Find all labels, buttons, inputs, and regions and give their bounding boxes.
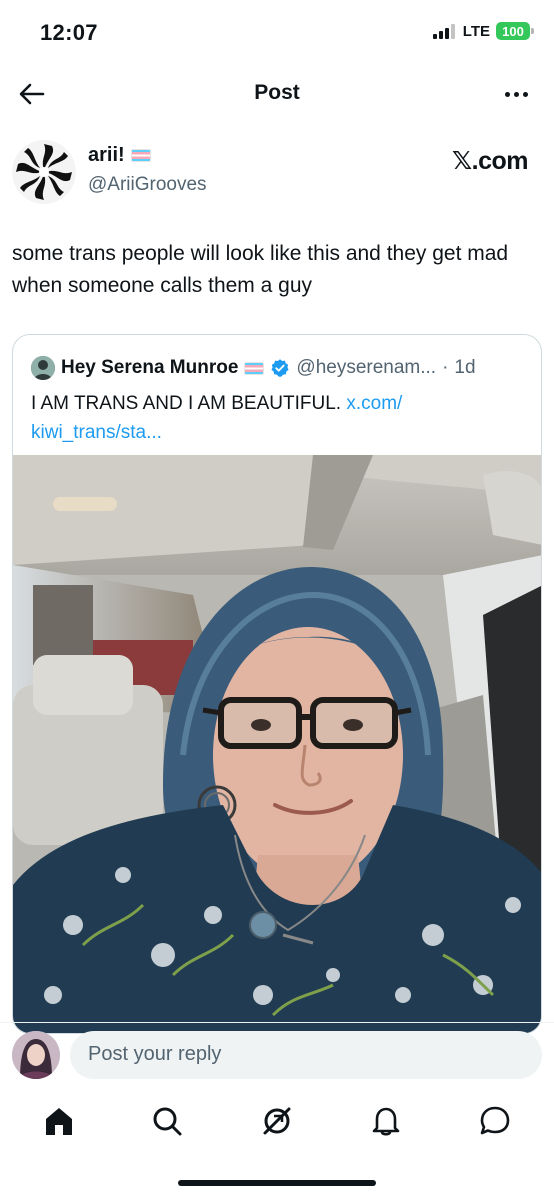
nav-home[interactable] [42,1104,76,1138]
author-handle[interactable]: @AriiGrooves [88,174,207,196]
post-text: some trans people will look like this an… [12,242,509,297]
reply-input[interactable]: Post your reply [70,1031,542,1079]
post-author: arii! @AriiGrooves 𝕏.com [0,138,554,208]
source-label: 𝕏.com [452,147,529,175]
transgender-flag-icon [130,149,151,162]
quoted-author-handle: @heyserenam... [296,357,437,378]
separator-dot: · [442,357,449,378]
nav-grok[interactable] [260,1104,294,1138]
quoted-post-text: I AM TRANS AND I AM BEAUTIFUL. [31,393,342,414]
network-type: LTE [462,22,490,40]
grok-icon [263,1107,291,1135]
nav-notifications[interactable] [369,1104,403,1138]
quoted-post-time: 1d [454,357,476,378]
status-bar: 12:07 LTE 100 [0,0,554,64]
home-icon [46,1108,72,1135]
status-time: 12:07 [40,20,98,45]
bottom-navigation [0,1088,554,1158]
transgender-flag-icon [244,361,265,375]
more-options-button[interactable] [500,78,532,110]
author-name-row[interactable]: arii! [88,144,151,167]
author-name[interactable]: arii! [88,144,125,167]
battery-icon: 100 [496,22,534,40]
post-header: Post [0,64,554,122]
notifications-icon [372,1107,400,1136]
quoted-author-name: Hey Serena Munroe [61,357,239,378]
cellular-signal-icon [432,23,455,39]
reply-bar: Post your reply [0,1022,554,1088]
quoted-post[interactable]: Hey Serena Munroe @heyserenam... · 1d I … [12,334,542,1034]
quoted-post-text-block: I AM TRANS AND I AM BEAUTIFUL. x.com/​ki… [31,389,531,447]
nav-messages[interactable] [478,1104,512,1138]
search-icon [153,1107,182,1136]
battery-level: 100 [502,23,524,39]
verified-badge-icon [271,359,289,377]
page-title: Post [254,81,300,104]
quoted-author-avatar [31,356,55,380]
author-avatar[interactable] [12,140,76,204]
quoted-post-header: Hey Serena Munroe @heyserenam... · 1d [31,355,531,381]
status-indicators: LTE 100 [432,22,534,40]
messages-icon [480,1106,510,1135]
current-user-avatar[interactable] [12,1031,60,1079]
home-indicator [178,1180,376,1186]
quoted-post-image[interactable] [13,455,541,1033]
nav-search[interactable] [150,1104,184,1138]
